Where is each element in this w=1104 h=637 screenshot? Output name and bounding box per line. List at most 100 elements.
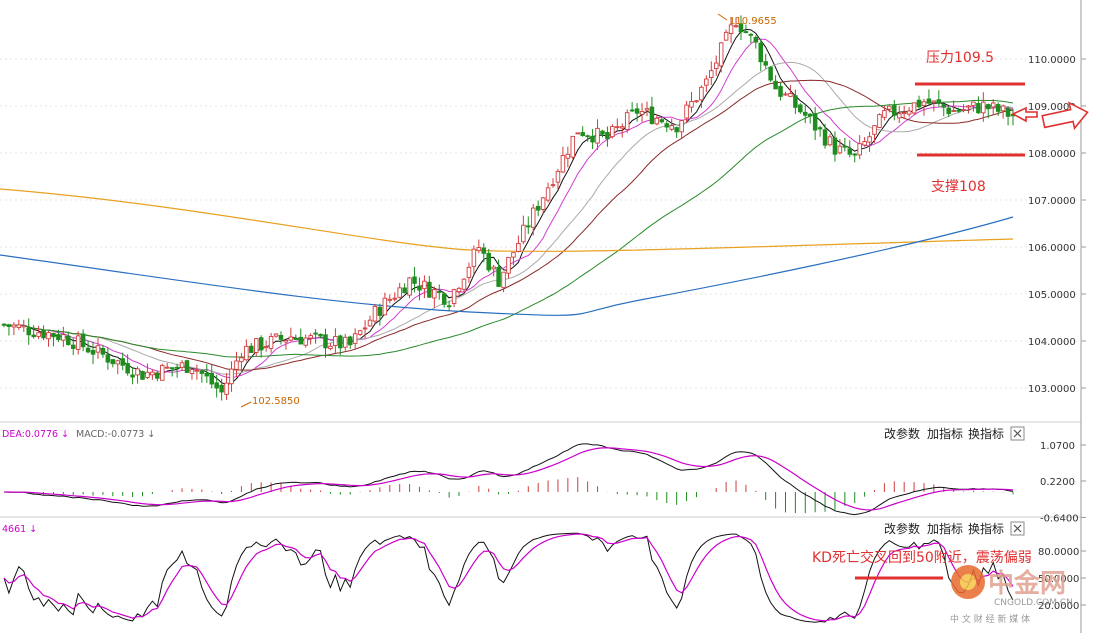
candle-body [966,105,971,108]
macd-axis-ticks: 1.0700 0.2200 -0.6400 [1040,441,1086,524]
kdj-change-params-button[interactable]: 改参数 [884,521,920,536]
candle-body [328,345,333,350]
support-label: 支撑108 [931,179,986,195]
macd-dea-line [4,447,1014,511]
candle-body [748,33,754,36]
low-label: 102.5850 [252,396,300,407]
candle-body [511,252,516,258]
candle-body [392,297,397,300]
candle-body [649,106,655,124]
candle-body [407,277,412,296]
macd-tick-label: -0.6400 [1040,513,1079,524]
candle-body [75,335,81,350]
candle-body [219,384,224,393]
candle-body [278,335,284,340]
price-tick-label: 107.0000 [1028,196,1076,207]
candle-body [31,334,36,338]
candle-body [496,266,501,287]
candle-body [867,136,872,143]
candle-body [61,334,66,341]
candle-body [639,111,645,115]
candle-body [164,366,170,369]
candle-body [249,345,254,353]
candle-body [812,113,818,131]
candle-body [323,334,328,349]
candle-body [629,109,635,112]
chart-svg: 110.0000109.0000108.0000107.0000106.0000… [0,0,1089,633]
candle-body [679,120,684,133]
candle-body [832,137,838,155]
macd-change-params-button[interactable]: 改参数 [884,426,920,441]
candle-body [46,332,51,340]
candle-body [872,125,877,135]
candle-body [986,104,991,110]
candle-body [303,337,308,346]
candle-body [971,101,976,106]
candle-body [253,338,259,353]
watermark-domain: CNGOLD.COM.CN [994,598,1073,608]
candle-body [437,291,442,293]
candle-body [486,252,491,271]
candle-body [540,197,546,210]
candle-body [105,354,111,363]
candle-body [822,129,828,146]
candle-body [718,42,724,67]
macd-close-button[interactable] [1010,426,1025,441]
candle-body [758,42,764,63]
candle-body [778,85,783,97]
candle-body [100,347,106,355]
candle-body [709,70,714,79]
candlesticks [1,15,1016,401]
candle-body [70,344,76,349]
kdj-annotation: KD死亡交叉回到50附近，震荡偏弱 [812,549,1032,566]
candle-body [516,243,521,252]
kdj-switch-indicator-button[interactable]: 换指标 [968,521,1004,536]
candle-body [194,369,200,372]
candle-body [362,327,368,330]
ma5-line [3,28,1014,386]
candle-body [412,276,417,284]
kdj-close-button[interactable] [1010,521,1025,536]
candle-body [268,336,274,349]
candle-body [941,104,947,108]
candle-body [239,357,244,363]
candle-body [313,332,318,335]
candle-body [976,103,981,114]
kdj-add-indicator-button[interactable]: 加指标 [927,521,963,536]
ma120-line [0,188,1014,252]
candle-body [402,287,407,294]
candle-body [432,289,437,299]
candle-body [6,324,12,327]
candle-body [263,346,269,349]
price-tick-label: 108.0000 [1028,149,1076,160]
kdj-panel: 4661 ↓ 改参数 加指标 换指标 80.000050.000020.0000… [2,521,1086,623]
candle-body [842,145,848,148]
candle-body [357,330,363,335]
candle-body [21,325,27,328]
candle-body [224,382,229,395]
macd-panel: DEA:0.0776 ↓ MACD:-0.0773 ↓ 改参数 加指标 换指标 … [2,426,1086,524]
candle-body [585,135,590,138]
candle-body [372,305,378,322]
candle-body [234,360,239,370]
candle-body [605,132,610,140]
candle-body [936,99,942,104]
candle-body [214,382,219,389]
candle-body [80,333,86,348]
candle-body [783,93,788,96]
candle-body [115,360,121,365]
candle-body [150,371,155,376]
macd-switch-indicator-button[interactable]: 换指标 [968,426,1004,441]
candle-body [530,207,536,228]
candle-body [441,293,447,305]
candle-body [837,145,843,154]
candle-body [862,141,867,146]
ma30-line [3,79,1014,371]
candle-body [961,109,966,111]
candle-body [713,62,719,70]
candle-body [575,132,580,135]
candle-body [610,126,615,138]
macd-add-indicator-button[interactable]: 加指标 [927,426,963,441]
candle-body [229,368,234,385]
watermark: 中金网 CNGOLD.COM.CN 中 文 财 经 新 媒 体 [950,565,1073,625]
